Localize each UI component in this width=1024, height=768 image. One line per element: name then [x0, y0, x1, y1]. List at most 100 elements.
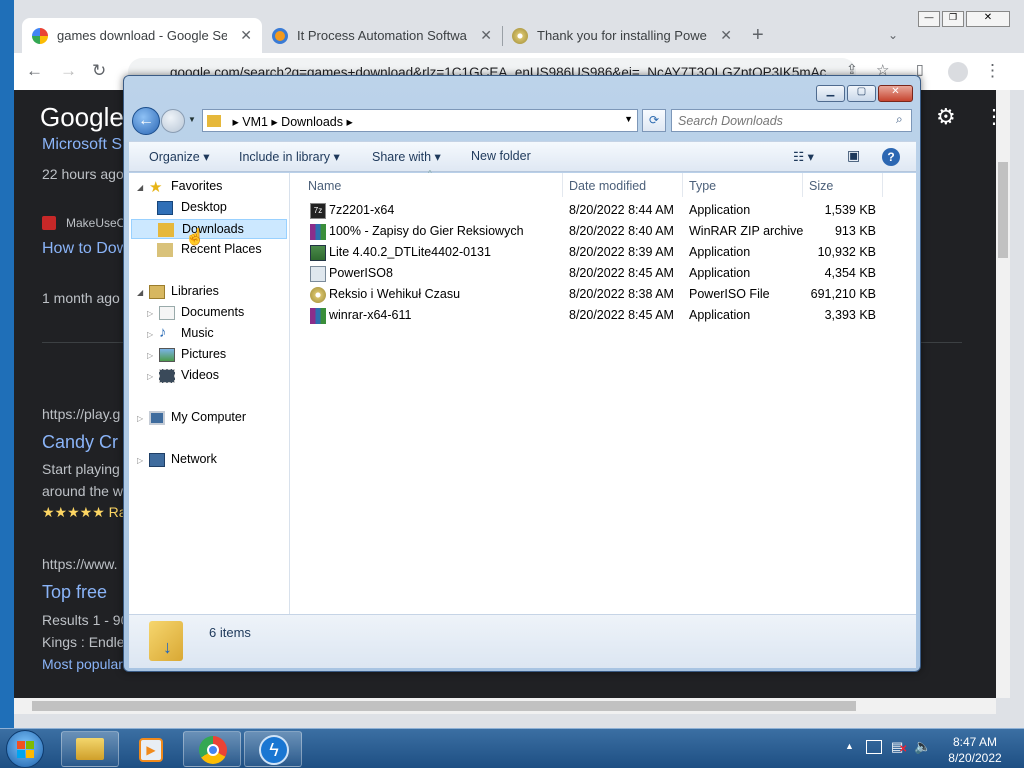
back-arrow-icon[interactable]: ←	[132, 107, 160, 135]
preview-pane-icon[interactable]: ▣	[847, 147, 860, 164]
taskbar-automation-app[interactable]: ϟ	[244, 731, 302, 767]
nav-music[interactable]: ▷ ♪ Music	[147, 324, 287, 344]
file-row[interactable]: 7z 7z2201-x64 8/20/2022 8:44 AM Applicat…	[290, 200, 916, 221]
recent-places-icon	[157, 243, 173, 257]
file-row[interactable]: winrar-x64-611 8/20/2022 8:45 AM Applica…	[290, 305, 916, 326]
start-button[interactable]	[6, 730, 44, 768]
result-title-link[interactable]: Microsoft S	[42, 136, 122, 154]
share-with-menu[interactable]: Share with ▾	[372, 149, 441, 164]
new-folder-button[interactable]: New folder	[471, 149, 531, 163]
tab-search-icon[interactable]: ⌄	[888, 28, 898, 42]
settings-gear-icon[interactable]: ⚙	[936, 104, 956, 130]
forward-icon[interactable]: →	[60, 61, 77, 81]
column-size-header[interactable]: Size	[809, 179, 833, 193]
tab-poweriso[interactable]: Thank you for installing PowerISO ✕	[502, 18, 742, 53]
windows-logo-icon	[17, 741, 25, 749]
column-date-header[interactable]: Date modified	[569, 179, 646, 193]
breadcrumb-downloads[interactable]: Downloads	[281, 115, 343, 129]
nav-recent-places[interactable]: Recent Places	[137, 240, 287, 260]
address-dropdown-icon[interactable]: ▼	[624, 114, 633, 124]
system-clock[interactable]: 8:47 AM 8/20/2022	[940, 734, 1010, 766]
nav-documents[interactable]: ▷ Documents	[147, 303, 287, 323]
poweriso-icon	[310, 266, 326, 282]
libraries-icon	[149, 285, 165, 299]
result-title-link[interactable]: Top free	[42, 582, 107, 603]
lightning-icon: ϟ	[259, 735, 289, 765]
refresh-icon[interactable]: ⟳	[642, 109, 666, 132]
show-hidden-icons[interactable]: ▲	[845, 741, 854, 751]
result-link[interactable]: Most popular	[42, 656, 123, 672]
result-title-link[interactable]: Candy Cr	[42, 432, 118, 453]
nav-downloads[interactable]: Downloads	[131, 219, 287, 239]
result-source: MakeUseOf	[66, 216, 130, 230]
chrome-window-controls: — ❐ ✕	[918, 11, 1014, 27]
navigation-pane: ◢ ★ Favorites Desktop Downloads Recent P…	[129, 173, 290, 668]
close-tab-icon[interactable]: ✕	[720, 27, 732, 44]
nav-desktop[interactable]: Desktop	[137, 198, 287, 218]
close-tab-icon[interactable]: ✕	[240, 27, 252, 44]
new-tab-button[interactable]: +	[752, 24, 764, 47]
maximize-button[interactable]: ❐	[942, 11, 964, 27]
result-snippet: Kings : Endle	[42, 634, 125, 650]
back-icon[interactable]: ←	[26, 61, 43, 81]
column-name-header[interactable]: Name	[308, 179, 341, 193]
action-center-icon[interactable]	[866, 740, 882, 754]
recent-pages-icon[interactable]: ▼	[188, 115, 196, 124]
close-button[interactable]: ✕	[966, 11, 1010, 27]
tab-automation[interactable]: It Process Automation Software ✕	[262, 18, 502, 53]
column-type-header[interactable]: Type	[689, 179, 716, 193]
nav-pictures[interactable]: ▷ Pictures	[147, 345, 287, 365]
minimize-button[interactable]: —	[918, 11, 940, 27]
makeuseof-favicon-icon	[42, 216, 56, 230]
volume-icon[interactable]: 🔈	[914, 738, 931, 755]
result-snippet: Results 1 - 90	[42, 612, 129, 628]
close-button[interactable]: ✕	[878, 85, 913, 102]
reload-icon[interactable]: ↻	[92, 61, 106, 81]
file-row[interactable]: PowerISO8 8/20/2022 8:45 AM Application …	[290, 263, 916, 284]
vertical-scrollbar[interactable]	[996, 90, 1010, 698]
site-favicon-icon	[272, 27, 288, 44]
result-meta: 1 month ago	[42, 290, 120, 306]
videos-icon	[159, 369, 175, 383]
address-breadcrumb[interactable]: ▸ VM1 ▸ Downloads ▸ ▼	[202, 109, 638, 132]
nav-my-computer[interactable]: ▷ My Computer	[137, 408, 287, 428]
minimize-button[interactable]: ▁	[816, 85, 845, 102]
nav-favorites[interactable]: ◢ ★ Favorites	[137, 177, 287, 197]
google-logo[interactable]: Google	[40, 102, 124, 133]
nav-libraries[interactable]: ◢ Libraries	[137, 282, 287, 302]
star-icon: ★	[149, 179, 163, 196]
tab-google-search[interactable]: games download - Google Search ✕	[22, 18, 262, 53]
include-in-library-menu[interactable]: Include in library ▾	[239, 149, 340, 164]
chrome-menu-icon[interactable]: ⋮	[984, 61, 1001, 81]
google-favicon-icon	[32, 27, 48, 44]
profile-avatar[interactable]	[948, 62, 968, 82]
poweriso-favicon-icon	[512, 27, 528, 44]
installer-icon	[310, 245, 326, 261]
taskbar: ▶ ϟ ▲ ▤ ✕ 🔈 8:47 AM 8/20/2022	[0, 728, 1024, 768]
file-row[interactable]: Lite 4.40.2_DTLite4402-0131 8/20/2022 8:…	[290, 242, 916, 263]
taskbar-media-player[interactable]: ▶	[122, 731, 180, 767]
nav-network[interactable]: ▷ Network	[137, 450, 287, 470]
file-row[interactable]: 100% - Zapisy do Gier Reksiowych 8/20/20…	[290, 221, 916, 242]
close-tab-icon[interactable]: ✕	[480, 27, 492, 44]
maximize-button[interactable]: ▢	[847, 85, 876, 102]
search-input[interactable]: Search Downloads	[671, 109, 912, 132]
horizontal-scrollbar[interactable]	[14, 698, 996, 714]
result-snippet: around the w	[42, 483, 123, 499]
breadcrumb-vm1[interactable]: VM1	[242, 115, 268, 129]
help-icon[interactable]: ?	[882, 148, 900, 166]
nav-videos[interactable]: ▷ Videos	[147, 366, 287, 386]
result-url: https://play.g	[42, 406, 121, 422]
sort-ascending-icon: ^	[428, 169, 432, 178]
music-icon: ♪	[159, 324, 167, 341]
chrome-icon	[199, 736, 227, 764]
organize-menu[interactable]: Organize ▾	[149, 149, 209, 164]
view-options-icon[interactable]: ☷ ▾	[793, 149, 814, 164]
result-title-link[interactable]: How to Dow	[42, 240, 128, 258]
taskbar-chrome[interactable]	[183, 731, 241, 767]
forward-arrow-icon[interactable]	[161, 109, 185, 133]
taskbar-explorer[interactable]	[61, 731, 119, 767]
file-row[interactable]: Reksio i Wehikuł Czasu 8/20/2022 8:38 AM…	[290, 284, 916, 305]
folder-icon	[207, 115, 221, 127]
search-icon[interactable]: ⌕	[896, 112, 903, 127]
